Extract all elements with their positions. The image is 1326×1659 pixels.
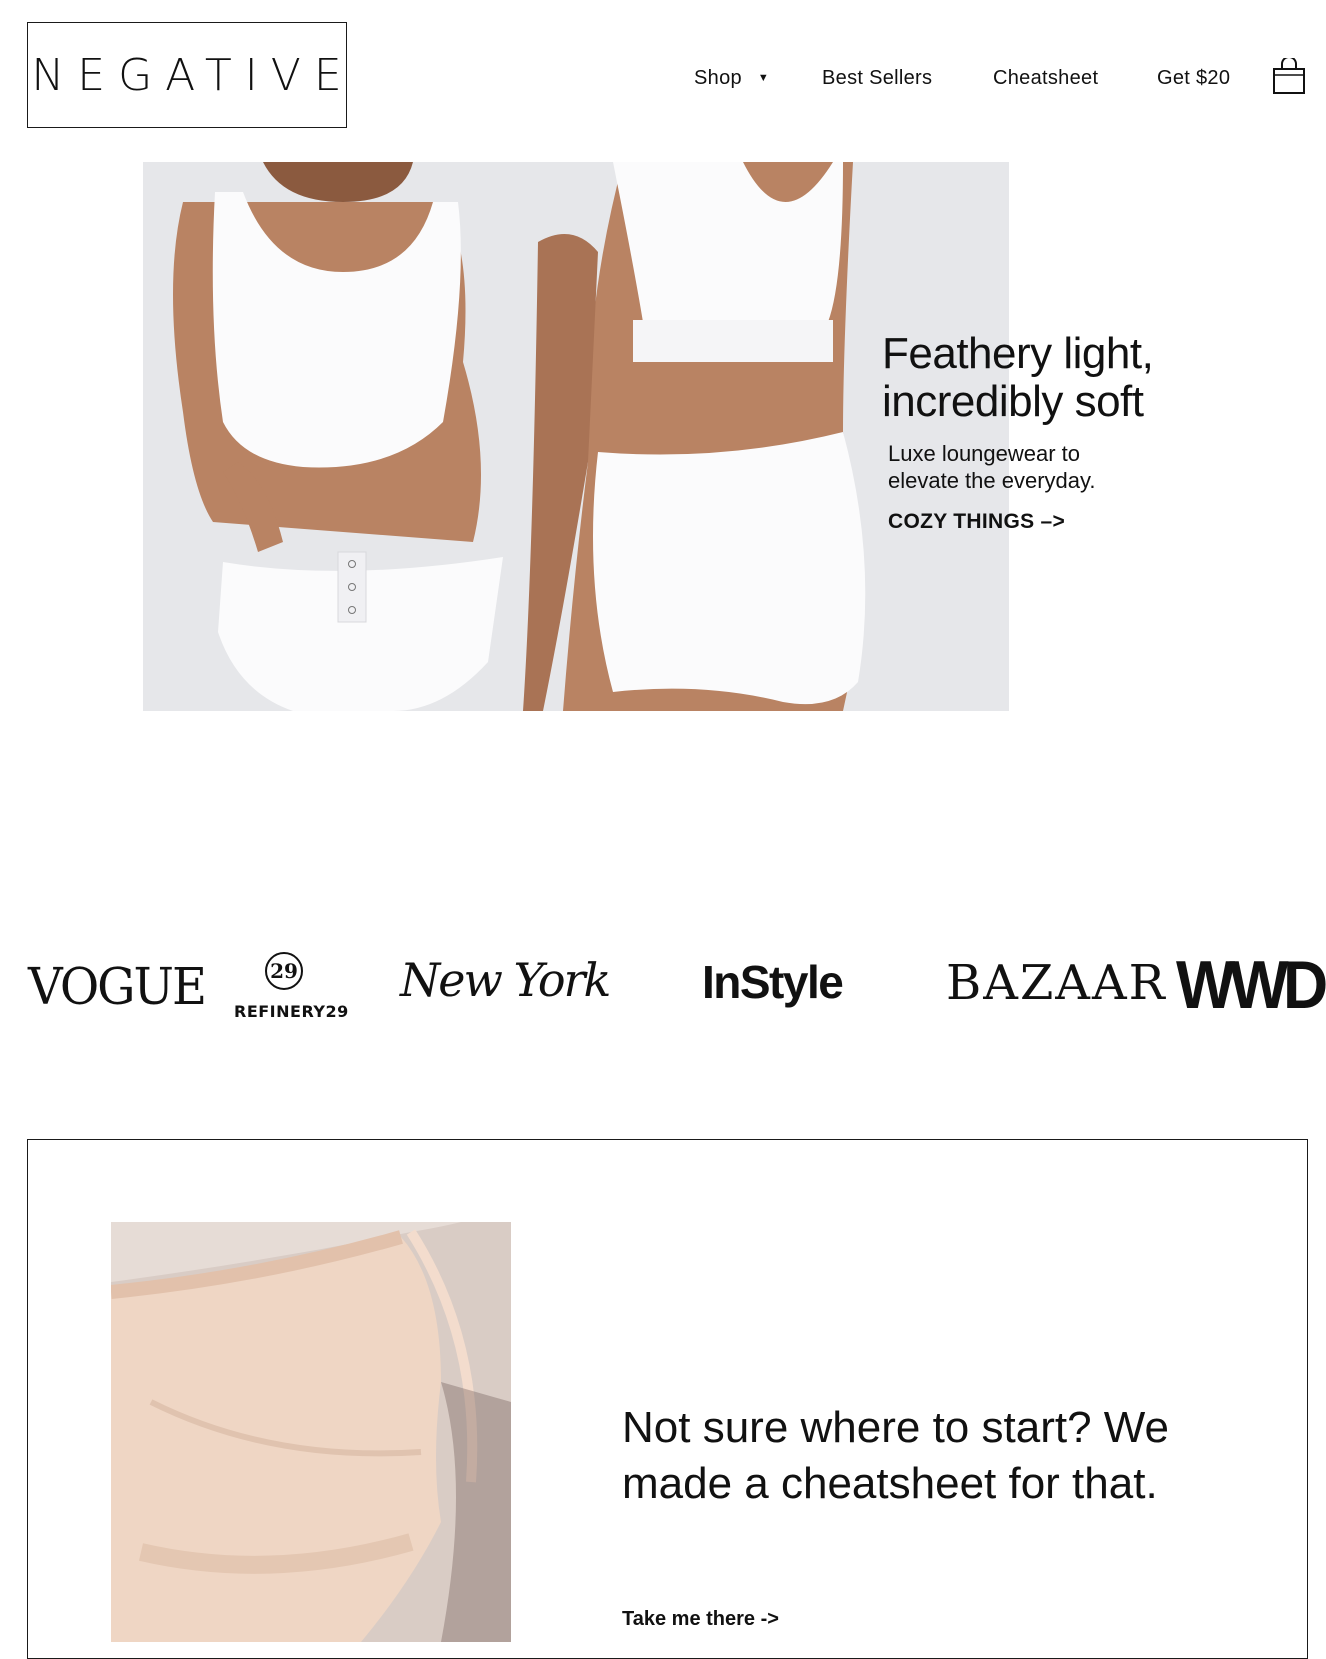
nav-best-sellers[interactable]: Best Sellers	[822, 62, 932, 94]
refinery29-logo: REFINERY29	[234, 1002, 349, 1021]
new-york-logo: New York	[400, 953, 611, 1007]
bra-illustration	[111, 1222, 511, 1642]
vogue-logo: VOGUE	[28, 957, 207, 1017]
hero-image[interactable]	[143, 162, 1009, 711]
hero-title-line2: incredibly soft	[882, 377, 1144, 426]
hero-subtitle: Luxe loungewear to elevate the everyday.	[888, 440, 1212, 494]
hero-title: Feathery light, incredibly soft	[882, 330, 1212, 426]
caret-down-icon: ▼	[757, 72, 770, 84]
shopping-bag-icon[interactable]	[1273, 58, 1305, 94]
instyle-logo: InStyle	[702, 956, 844, 1008]
nav-cheatsheet[interactable]: Cheatsheet	[993, 62, 1098, 94]
hero-title-line1: Feathery light,	[882, 329, 1154, 378]
refinery29-mark: 29	[265, 952, 303, 990]
nav-shop[interactable]: Shop ▼	[694, 62, 769, 94]
press-logos: VOGUE 29 REFINERY29 New York InStyle BAZ…	[0, 935, 1326, 1025]
main-nav: Shop ▼ Best Sellers Cheatsheet Get $20	[0, 62, 1326, 94]
nav-get-20[interactable]: Get $20	[1157, 62, 1230, 94]
hero-subtitle-line2: elevate the everyday.	[888, 468, 1096, 493]
hero-copy: Feathery light, incredibly soft Luxe lou…	[882, 330, 1212, 534]
hero-subtitle-line1: Luxe loungewear to	[888, 441, 1081, 466]
cozy-things-link[interactable]: COZY THINGS –>	[888, 510, 1212, 534]
cheatsheet-title: Not sure where to start? We made a cheat…	[622, 1403, 1169, 1508]
wwd-logo: WWD	[1176, 947, 1326, 1023]
model-front	[173, 162, 503, 711]
bazaar-logo: BAZAAR	[946, 955, 1167, 1011]
hero-illustration	[143, 162, 1009, 711]
take-me-there-link[interactable]: Take me there ->	[622, 1608, 779, 1631]
cheatsheet-image[interactable]	[111, 1222, 511, 1642]
nav-shop-label: Shop	[694, 67, 742, 89]
model-back	[523, 162, 866, 711]
